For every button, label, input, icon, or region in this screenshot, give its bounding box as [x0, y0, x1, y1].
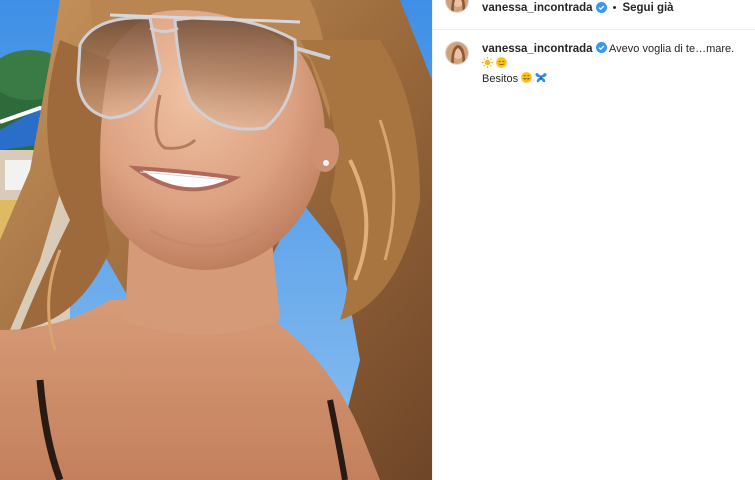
butterfly-emoji-icon: [535, 72, 547, 83]
post-caption: vanessa_incontrada Avevo voglia di te…ma…: [433, 30, 755, 87]
caption-text: Avevo voglia di te…mare.: [609, 43, 735, 55]
post-photo[interactable]: [0, 0, 432, 480]
avatar-image: [446, 42, 468, 64]
verified-badge-icon: [595, 42, 607, 53]
caption-body: vanessa_incontrada Avevo voglia di te…ma…: [482, 42, 743, 87]
avatar-image: [446, 0, 468, 12]
post-header-row: vanessa_incontrada • Segui già: [445, 0, 674, 14]
caption-second-line: Besitos: [482, 73, 519, 85]
author-username[interactable]: vanessa_incontrada: [482, 2, 593, 14]
post-header: vanessa_incontrada • Segui già: [433, 0, 755, 30]
follow-status-button[interactable]: Segui già: [622, 2, 673, 14]
sun-emoji-icon: [482, 57, 493, 68]
smiling-blush-emoji-icon: [496, 57, 507, 68]
grin-emoji-icon: [521, 72, 532, 83]
header-separator: •: [612, 1, 617, 14]
verified-badge-icon: [595, 2, 607, 13]
post-side-panel: vanessa_incontrada • Segui già vanessa_i…: [432, 0, 755, 480]
author-avatar[interactable]: [445, 0, 469, 13]
caption-author-avatar[interactable]: [445, 41, 469, 65]
caption-username[interactable]: vanessa_incontrada: [482, 43, 593, 55]
selfie-image: [0, 0, 432, 480]
